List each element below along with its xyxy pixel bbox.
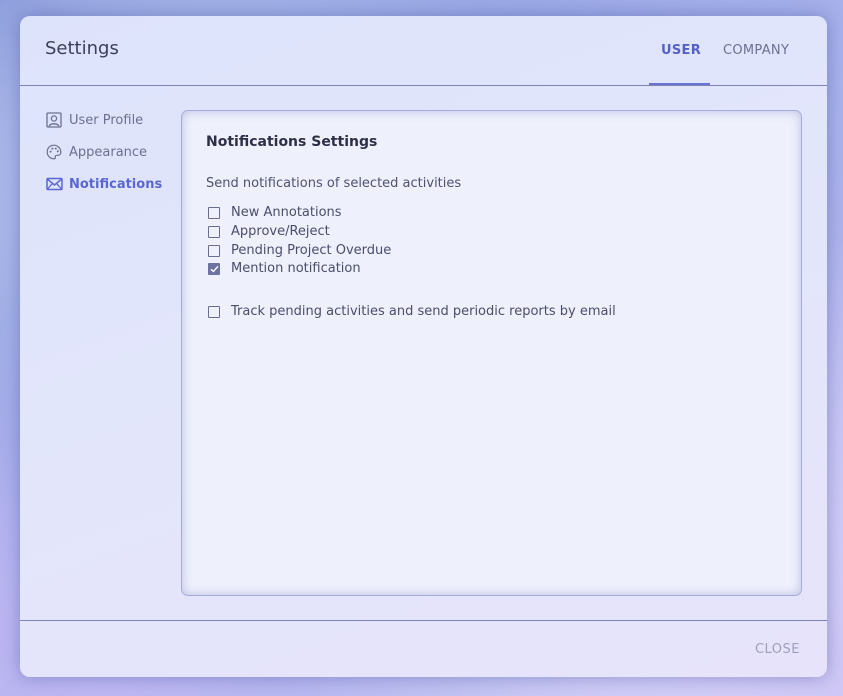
option-mention-notification[interactable]: Mention notification (208, 261, 361, 276)
checkmark-icon (210, 265, 219, 273)
panel-title: Notifications Settings (206, 134, 378, 150)
checkbox[interactable] (208, 225, 220, 238)
envelope-icon (45, 175, 63, 193)
settings-dialog: Settings USER COMPANY User Profile Appea… (20, 16, 827, 677)
tab-user[interactable]: USER (661, 43, 701, 58)
sidebar-item-notifications[interactable]: Notifications (45, 175, 162, 193)
checkbox[interactable] (208, 305, 220, 318)
sidebar-item-label: Notifications (69, 176, 163, 192)
close-button[interactable]: CLOSE (755, 642, 800, 657)
dialog-title: Settings (45, 38, 119, 59)
checkbox[interactable] (208, 244, 220, 257)
notifications-panel: Notifications Settings Send notification… (181, 110, 802, 596)
option-label: Track pending activities and send period… (231, 304, 616, 319)
dialog-footer: CLOSE (20, 620, 827, 677)
option-pending-project-overdue[interactable]: Pending Project Overdue (208, 243, 391, 258)
palette-icon (45, 143, 63, 161)
option-track-pending-activities[interactable]: Track pending activities and send period… (208, 304, 616, 319)
sidebar-item-appearance[interactable]: Appearance (45, 143, 147, 161)
sidebar-item-label: User Profile (69, 112, 144, 128)
user-profile-icon (45, 111, 63, 129)
checkbox-checked[interactable] (208, 262, 220, 275)
option-label: New Annotations (231, 205, 342, 220)
option-label: Mention notification (231, 261, 361, 276)
checkbox[interactable] (208, 206, 220, 219)
sidebar-item-user-profile[interactable]: User Profile (45, 111, 143, 129)
option-approve-reject[interactable]: Approve/Reject (208, 224, 330, 239)
option-new-annotations[interactable]: New Annotations (208, 205, 342, 220)
option-label: Pending Project Overdue (231, 243, 392, 258)
dialog-header: Settings USER COMPANY (20, 16, 827, 86)
sidebar-item-label: Appearance (69, 144, 148, 160)
panel-description: Send notifications of selected activitie… (206, 176, 462, 191)
active-tab-indicator (649, 83, 710, 85)
tab-company[interactable]: COMPANY (723, 43, 789, 58)
option-label: Approve/Reject (231, 224, 330, 239)
